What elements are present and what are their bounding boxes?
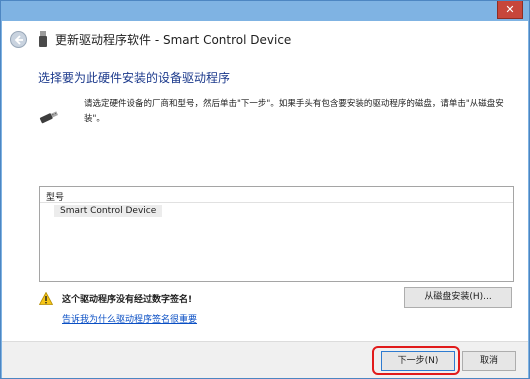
usb-device-icon	[39, 31, 47, 47]
back-arrow-icon	[14, 34, 23, 45]
dialog-footer: 下一步(N) 取消	[2, 341, 528, 378]
instruction-text: 请选定硬件设备的厂商和型号，然后单击"下一步"。如果手头有包含要安装的驱动程序的…	[84, 99, 504, 124]
driver-update-window: ✕ 更新驱动程序软件 - Smart Control Device 选择要为此硬…	[0, 0, 530, 379]
column-divider	[40, 202, 513, 203]
have-disk-button[interactable]: 从磁盘安装(H)...	[404, 287, 512, 308]
back-button[interactable]	[10, 31, 27, 48]
window-header: 更新驱动程序软件 - Smart Control Device	[2, 21, 528, 57]
window-title: 更新驱动程序软件 - Smart Control Device	[55, 33, 292, 47]
list-item[interactable]: Smart Control Device	[54, 205, 163, 217]
model-list[interactable]: 型号 Smart Control Device	[39, 186, 514, 282]
close-button[interactable]: ✕	[497, 1, 523, 19]
usb-plug-icon	[39, 111, 59, 124]
page-title: 选择要为此硬件安装的设备驱动程序	[38, 71, 231, 85]
unsigned-driver-warning: 这个驱动程序没有经过数字签名!	[62, 295, 193, 305]
driver-signing-link[interactable]: 告诉我为什么驱动程序签名很重要	[62, 312, 197, 325]
cancel-button[interactable]: 取消	[462, 351, 516, 371]
close-icon: ✕	[505, 3, 515, 16]
warning-icon	[39, 292, 53, 305]
next-button[interactable]: 下一步(N)	[381, 351, 455, 371]
content-area: 选择要为此硬件安装的设备驱动程序 请选定硬件设备的厂商和型号，然后单击"下一步"…	[2, 57, 528, 341]
